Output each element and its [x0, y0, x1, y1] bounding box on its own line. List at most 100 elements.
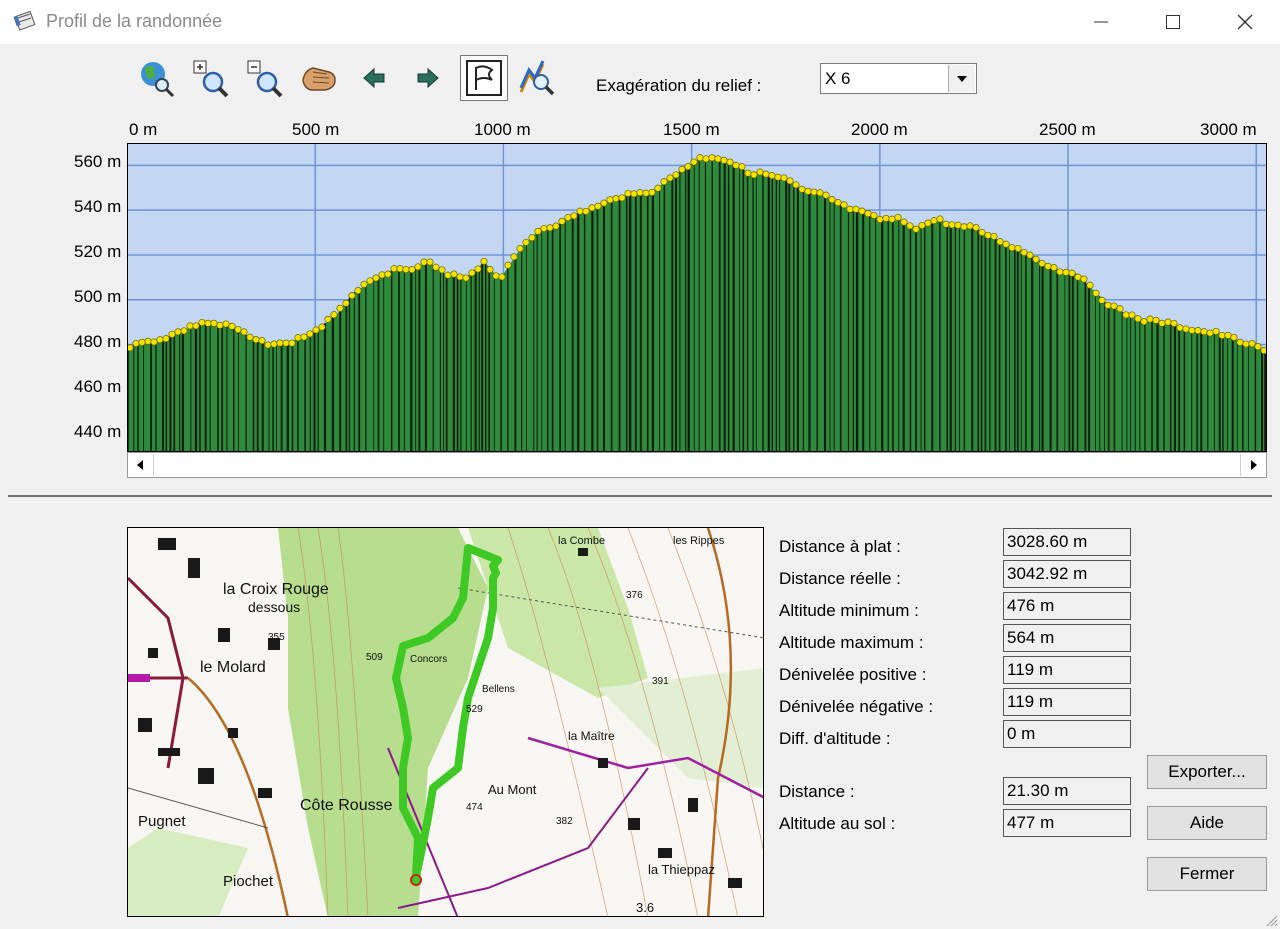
stat-value: 119 m [1003, 688, 1131, 716]
x-tick-label: 2000 m [851, 120, 908, 139]
scroll-track[interactable] [153, 454, 1241, 476]
track-point [1020, 248, 1028, 257]
minimize-button[interactable] [1078, 6, 1124, 38]
track-point [624, 189, 632, 197]
track-point [210, 319, 218, 327]
y-tick-label: 500 m [74, 287, 122, 306]
track-point [534, 227, 542, 235]
stat-label: Dénivelée négative : [779, 697, 934, 716]
scroll-left-button[interactable] [128, 453, 152, 477]
zoom-in-button[interactable] [189, 56, 233, 100]
track-point [504, 261, 512, 269]
y-tick-label: 440 m [74, 422, 122, 441]
next-button[interactable] [406, 56, 450, 100]
track-point [1194, 327, 1202, 335]
maximize-icon [1166, 15, 1180, 29]
zoom-out-button[interactable] [243, 56, 287, 100]
export-button[interactable]: Exporter... [1147, 755, 1267, 789]
x-tick-label: 500 m [292, 120, 340, 139]
stat-label: Altitude maximum : [779, 633, 924, 652]
map-graphic: la Croix Rouge dessous le Molard Côte Ro… [128, 528, 763, 916]
track-point [1014, 244, 1022, 253]
track-point [420, 258, 428, 266]
track-point [912, 225, 920, 233]
arrow-left-icon [363, 67, 385, 89]
map-label: la Combe [558, 535, 605, 547]
elevation-profile-chart[interactable] [127, 143, 1267, 452]
stat-label: Distance réelle : [779, 569, 901, 588]
track-point [492, 272, 500, 280]
track-point [1062, 268, 1070, 276]
map-label: 376 [626, 590, 643, 601]
map-label: dessous [248, 599, 300, 615]
track-point [654, 184, 662, 192]
profile-scrollbar[interactable] [127, 452, 1267, 478]
track-point [558, 217, 566, 225]
track-point [726, 158, 734, 166]
track-point [798, 185, 806, 193]
resize-grip-icon[interactable] [1264, 913, 1278, 927]
track-point [774, 173, 782, 181]
maximize-button[interactable] [1150, 6, 1196, 38]
flag-toggle-button[interactable] [460, 55, 508, 101]
help-button[interactable]: Aide [1147, 806, 1267, 840]
globe-zoom-button[interactable] [134, 56, 178, 100]
separator [8, 495, 1272, 497]
cursor-value: 21.30 m [1003, 777, 1131, 805]
scroll-right-button[interactable] [1242, 453, 1266, 477]
track-point [1104, 301, 1112, 309]
stat-value: 3042.92 m [1003, 560, 1131, 588]
dropdown-button[interactable] [948, 65, 975, 92]
track-point [306, 330, 314, 338]
x-tick-label: 1500 m [663, 120, 720, 139]
track-point [840, 201, 848, 209]
map-label: Piochet [223, 873, 274, 890]
track-point [1092, 289, 1100, 297]
map-label: Concors [410, 654, 447, 665]
track-point [1248, 340, 1256, 348]
previous-button[interactable] [352, 56, 396, 100]
track-point [522, 238, 530, 246]
track-point [540, 224, 548, 233]
track-point [240, 328, 248, 336]
title-bar: Profil de la randonnée [0, 0, 1280, 44]
track-point [552, 222, 560, 230]
track-point [1152, 316, 1160, 324]
track-point [600, 199, 608, 207]
map-label: 509 [366, 652, 383, 663]
track-point [456, 273, 464, 281]
track-point [786, 177, 794, 185]
track-point [1236, 338, 1244, 346]
track-point [948, 221, 956, 229]
arrow-right-icon [417, 67, 439, 89]
track-point [378, 271, 386, 279]
track-point [138, 338, 146, 346]
track-point [1164, 318, 1172, 326]
track-point [564, 213, 572, 222]
track-point [396, 265, 404, 273]
track-point [930, 217, 938, 225]
track-point [276, 339, 284, 347]
close-button[interactable]: Fermer [1147, 857, 1267, 891]
profile-zoom-button[interactable] [515, 56, 559, 100]
y-tick-label: 460 m [74, 377, 122, 396]
track-point [660, 178, 668, 186]
y-tick-label: 560 m [74, 152, 122, 171]
track-point [1182, 325, 1190, 333]
track-point [1032, 255, 1040, 263]
track-map[interactable]: la Croix Rouge dessous le Molard Côte Ro… [127, 527, 764, 917]
map-label: les Rippes [673, 535, 725, 547]
app-notebook-icon [13, 10, 36, 31]
track-point [324, 315, 332, 323]
close-window-button[interactable] [1222, 6, 1268, 38]
track-point [888, 215, 896, 223]
track-point [708, 154, 716, 162]
track-point [1026, 251, 1034, 259]
track-point [684, 163, 692, 171]
exaggeration-select[interactable]: X 6 [820, 63, 977, 94]
track-point [1044, 262, 1052, 270]
pan-hand-button[interactable] [297, 56, 341, 100]
track-point [468, 269, 476, 277]
track-point [612, 195, 620, 203]
track-point [498, 273, 506, 281]
